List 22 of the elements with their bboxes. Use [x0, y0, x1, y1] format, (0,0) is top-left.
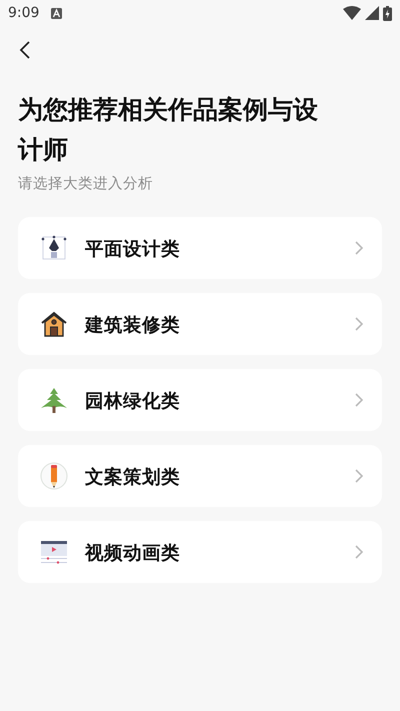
chevron-right-icon [354, 545, 364, 559]
chevron-right-icon [354, 317, 364, 331]
category-item[interactable]: 建筑装修类 [18, 293, 382, 355]
wifi-icon [343, 6, 361, 20]
category-item[interactable]: 园林绿化类 [18, 369, 382, 431]
status-time: 9:09 [8, 5, 40, 21]
house-icon [40, 310, 68, 338]
tree-icon [40, 386, 68, 414]
notification-icon [51, 8, 62, 18]
video-player-icon [40, 538, 68, 566]
chevron-right-icon [354, 469, 364, 483]
chevron-right-icon [354, 241, 364, 255]
category-item[interactable]: 视频动画类 [18, 521, 382, 583]
category-item[interactable]: 文案策划类 [18, 445, 382, 507]
signal-icon [365, 6, 379, 20]
page-title: 为您推荐相关作品案例与设计师 [18, 94, 318, 166]
category-item[interactable]: 平面设计类 [18, 217, 382, 279]
page-subtitle: 请选择大类进入分析 [18, 175, 154, 193]
pencil-icon [40, 462, 68, 490]
pen-tool-icon [40, 234, 68, 262]
chevron-right-icon [354, 393, 364, 407]
battery-icon [383, 6, 392, 20]
